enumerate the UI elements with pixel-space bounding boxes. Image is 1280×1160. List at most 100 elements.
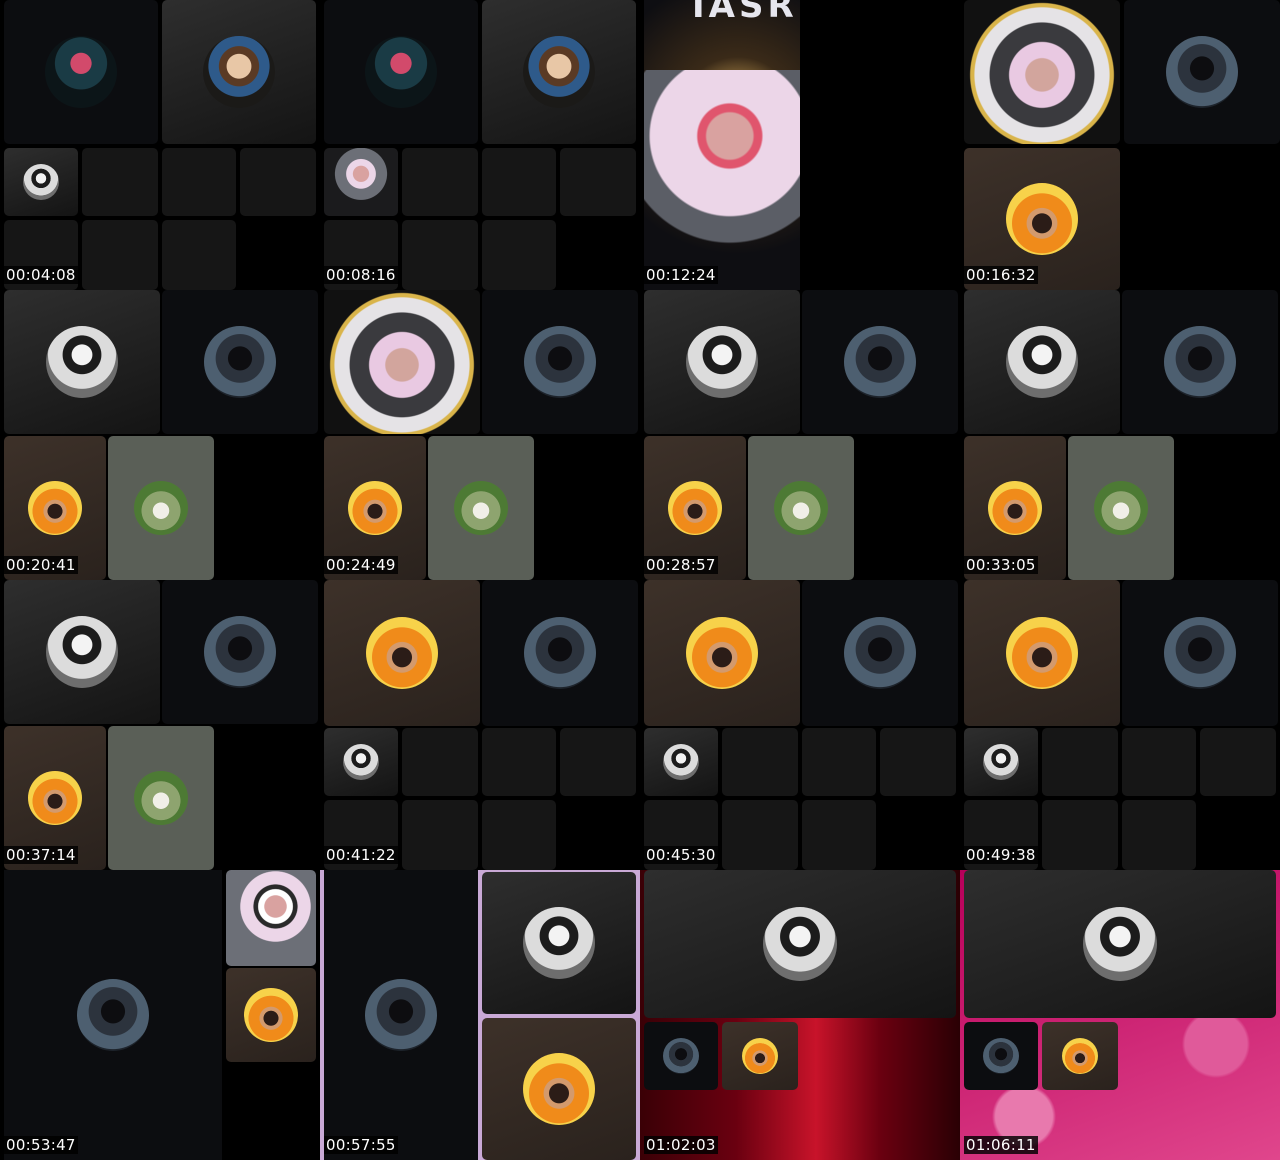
- empty-seat: [402, 148, 478, 216]
- camera-feed[interactable]: IASRY: [644, 0, 800, 290]
- thumbnail-frame[interactable]: 01:06:11: [960, 870, 1280, 1160]
- participant-tile[interactable]: [722, 1022, 798, 1090]
- participant-tile[interactable]: [324, 0, 478, 144]
- participant-tile[interactable]: [964, 290, 1120, 434]
- thumbnail-frame[interactable]: 00:04:08: [0, 0, 320, 290]
- participant-tile[interactable]: [324, 870, 478, 1160]
- thumbnail-frame[interactable]: 00:45:30: [640, 580, 960, 870]
- participant-tile[interactable]: [964, 1022, 1038, 1090]
- participant-tile[interactable]: [1122, 580, 1278, 726]
- participant-tile[interactable]: [4, 580, 160, 724]
- empty-seat: [402, 220, 478, 290]
- participant-tile[interactable]: [162, 0, 316, 144]
- participant-tile[interactable]: [324, 580, 480, 726]
- thumbnail-frame[interactable]: 00:33:05: [960, 290, 1280, 580]
- participant-tile[interactable]: [644, 870, 956, 1018]
- participant-tile[interactable]: [1068, 436, 1174, 580]
- empty-seat: [1042, 800, 1118, 870]
- thumbnail-frame[interactable]: 00:37:14: [0, 580, 320, 870]
- thumbnail-frame[interactable]: 00:53:47: [0, 870, 320, 1160]
- participant-tile[interactable]: [108, 726, 214, 870]
- participant-tile[interactable]: [4, 870, 222, 1160]
- participant-tile[interactable]: [644, 580, 800, 726]
- participant-tile[interactable]: [108, 436, 214, 580]
- participant-tile[interactable]: [482, 0, 636, 144]
- participant-tile[interactable]: [4, 0, 158, 144]
- participant-avatar: [28, 771, 82, 825]
- empty-seat: [802, 800, 876, 870]
- participant-tile[interactable]: [644, 290, 800, 434]
- participant-tile[interactable]: [964, 870, 1276, 1018]
- participant-avatar: [686, 326, 758, 398]
- participant-tile[interactable]: [1122, 290, 1278, 434]
- participant-tile[interactable]: [1124, 0, 1280, 144]
- participant-tile[interactable]: [4, 148, 78, 216]
- empty-seat: [560, 148, 636, 216]
- participant-tile[interactable]: [1042, 1022, 1118, 1090]
- participant-tile[interactable]: [748, 436, 854, 580]
- participant-tile[interactable]: [482, 290, 638, 434]
- participant-avatar: [844, 617, 916, 689]
- participant-tile[interactable]: [802, 290, 958, 434]
- thumbnail-frame[interactable]: 00:24:49: [320, 290, 640, 580]
- participant-avatar: [46, 326, 118, 398]
- participant-tile[interactable]: [4, 290, 160, 434]
- camera-feed[interactable]: [324, 290, 480, 434]
- participant-tile[interactable]: [162, 580, 318, 724]
- participant-avatar: [244, 988, 298, 1042]
- camera-feed[interactable]: [964, 0, 1120, 144]
- empty-seat: [1200, 728, 1276, 796]
- empty-seat: [560, 728, 636, 796]
- participant-tile[interactable]: [964, 580, 1120, 726]
- participant-avatar: [844, 326, 916, 398]
- participant-tile[interactable]: [964, 728, 1038, 796]
- participant-avatar: [524, 617, 596, 689]
- participant-tile[interactable]: [802, 580, 958, 726]
- thumbnail-frame[interactable]: 00:20:41: [0, 290, 320, 580]
- participant-tile[interactable]: [644, 1022, 718, 1090]
- participant-tile[interactable]: [482, 872, 636, 1014]
- participant-avatar: [134, 771, 188, 825]
- participant-avatar: [763, 907, 837, 981]
- participant-tile[interactable]: [482, 580, 638, 726]
- participant-avatar: [77, 979, 149, 1051]
- thumbnail-frame[interactable]: 00:57:55: [320, 870, 640, 1160]
- participant-avatar: [983, 744, 1019, 780]
- participant-avatar: [1164, 326, 1236, 398]
- participant-avatar: [523, 907, 595, 979]
- participant-tile[interactable]: [482, 1018, 636, 1160]
- thumbnail-frame[interactable]: 00:49:38: [960, 580, 1280, 870]
- timestamp: 00:08:16: [324, 266, 398, 284]
- participant-tile[interactable]: [644, 728, 718, 796]
- thumbnail-frame[interactable]: 00:16:32: [960, 0, 1280, 290]
- empty-seat: [722, 800, 798, 870]
- thumbnail-frame[interactable]: 00:41:22: [320, 580, 640, 870]
- participant-avatar: [1062, 1038, 1098, 1074]
- empty-seat: [880, 728, 956, 796]
- timestamp: 00:41:22: [324, 846, 398, 864]
- participant-avatar: [1006, 326, 1078, 398]
- thumbnail-frame[interactable]: 00:08:16: [320, 0, 640, 290]
- timestamp: 00:16:32: [964, 266, 1038, 284]
- thumbnail-frame[interactable]: 01:02:03: [640, 870, 960, 1160]
- empty-seat: [402, 800, 478, 870]
- empty-seat: [482, 800, 556, 870]
- camera-feed[interactable]: [226, 870, 316, 966]
- empty-seat: [482, 148, 556, 216]
- timestamp: 00:57:55: [324, 1136, 398, 1154]
- empty-seat: [402, 728, 478, 796]
- participant-tile[interactable]: [226, 968, 316, 1062]
- thumbnail-frame[interactable]: 00:28:57: [640, 290, 960, 580]
- participant-avatar: [523, 1053, 595, 1125]
- participant-tile[interactable]: [428, 436, 534, 580]
- participant-avatar: [1166, 36, 1238, 108]
- participant-avatar: [365, 979, 437, 1051]
- participant-avatar: [204, 326, 276, 398]
- participant-tile[interactable]: [162, 290, 318, 434]
- participant-tile[interactable]: [324, 728, 398, 796]
- empty-seat: [162, 148, 236, 216]
- empty-seat: [162, 220, 236, 290]
- camera-feed[interactable]: [324, 148, 398, 216]
- participant-avatar: [774, 481, 828, 535]
- thumbnail-frame[interactable]: IASRY 00:12:24: [640, 0, 960, 290]
